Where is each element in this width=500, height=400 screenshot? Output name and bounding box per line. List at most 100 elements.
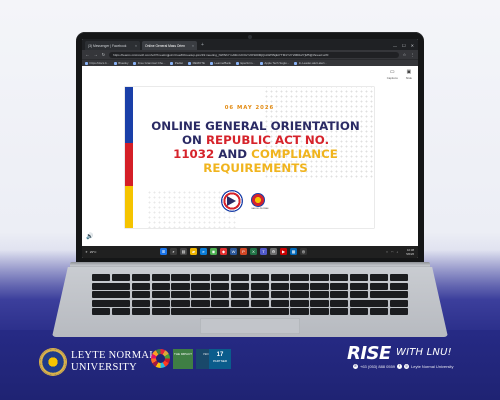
contact-line: ✆ +63 (053) 888 0559 f ◎ Leyte Normal Un… (353, 364, 454, 369)
tab-messenger[interactable]: (3) Messenger | Facebook × (85, 41, 140, 50)
bookmark-label: REMOTE (192, 61, 205, 65)
excel-icon[interactable]: X (250, 248, 257, 255)
bookmark-item[interactable]: Eperform... (236, 61, 255, 65)
bookmark-item[interactable]: In-Leader-alert-alert... (294, 61, 327, 65)
bookmark-label: https://docs.li... (89, 61, 109, 65)
bookmark-icon (133, 61, 137, 65)
clock-time: 10:38 (407, 247, 414, 252)
powerpoint-icon[interactable]: P (240, 248, 247, 255)
university-line1: LEYTE NORMAL (71, 350, 156, 361)
bookmark-label: In-Leader-alert-alert... (298, 61, 327, 65)
taskbar-apps: ⊞ ⌕ ▤ ▰ e ◉ ◆ W P X T ⚙ ▶ ▦ ◎ (160, 248, 307, 255)
clock[interactable]: 10:38 5/6/26 (406, 248, 414, 256)
laptop-lid: (3) Messenger | Facebook × Online Genera… (76, 32, 424, 264)
university-line2: UNIVERSITY (71, 362, 137, 373)
window-controls: — ☐ ✕ (393, 41, 418, 50)
app-icon[interactable]: ◎ (300, 248, 307, 255)
speaker-icon[interactable]: 🔊 (86, 233, 93, 240)
bookmarks-bar: https://docs.li... Bluesky Free Grammar … (82, 59, 418, 66)
bookmark-label: LearnerBank (214, 61, 232, 65)
maximize-icon[interactable]: ☐ (402, 41, 406, 50)
app-icon[interactable]: ▶ (280, 248, 287, 255)
bookmark-item[interactable]: LearnerBank (209, 61, 232, 65)
bookmark-icon (85, 61, 88, 65)
slide: 06 MAY 2026 ONLINE GENERAL ORIENTATION O… (125, 87, 374, 228)
close-window-icon[interactable]: ✕ (411, 41, 414, 50)
store-icon[interactable]: ▦ (290, 248, 297, 255)
tab-label: Online General Mass Orien (145, 43, 185, 48)
weather-widget[interactable]: ☀ 29°C (85, 250, 115, 254)
tab-orientation[interactable]: Online General Mass Orien × (142, 41, 197, 50)
bookmark-icon (259, 61, 263, 65)
with-lnu-text: WITH LNU! (396, 347, 452, 358)
bookmark-item[interactable]: Apple Tech Sugto... (259, 61, 289, 65)
title-word: AND (214, 147, 252, 161)
impact-badge: THE IMPACT (173, 349, 193, 369)
menu-icon[interactable]: ⋮ (410, 52, 415, 57)
captions-button[interactable]: ▭ Captions (387, 69, 398, 80)
bookmark-item[interactable]: REMOTE (188, 61, 205, 65)
file-explorer-icon[interactable]: ▰ (190, 248, 197, 255)
back-icon[interactable]: ← (85, 52, 90, 57)
weather-icon: ☀ (85, 250, 88, 254)
bookmark-label: Eperform... (240, 61, 255, 65)
slide-date: 06 MAY 2026 (224, 105, 275, 111)
trackpad (200, 318, 300, 334)
bookmark-item[interactable]: Padlet (170, 61, 183, 65)
address-bar-row: ← → ↻ https://teams.microsoft.com/v2/?me… (82, 50, 418, 59)
lnu-seal-logo (40, 349, 66, 375)
volume-icon[interactable]: ♪ (397, 250, 399, 254)
presentation-viewer: ▭ Captions ▣ Slide 06 MAY 2026 ONLINE GE… (82, 66, 418, 246)
teams-icon[interactable]: T (260, 248, 267, 255)
agency-logo (221, 190, 243, 212)
minimize-icon[interactable]: — (393, 41, 397, 50)
bookmark-icon (236, 61, 240, 65)
slide-icon: ▣ (406, 69, 412, 75)
taskbar: ☀ 29°C ⊞ ⌕ ▤ ▰ e ◉ ◆ W P X T ⚙ ▶ ▦ ◎ ˄ ◠… (82, 246, 418, 258)
phone-number: +63 (053) 888 0559 (360, 364, 396, 369)
bookmark-item[interactable]: Bluesky (113, 61, 129, 65)
slide-label: Slide (405, 76, 412, 80)
title-line: 11032 AND COMPLIANCE (137, 147, 374, 161)
rise-logo-text: RISE (347, 343, 391, 364)
bagong-pilipinas-logo: BAGONG PILIPINAS (247, 190, 271, 212)
star-icon[interactable]: ☆ (402, 52, 407, 57)
chevron-up-icon[interactable]: ˄ (386, 250, 388, 254)
slide-button[interactable]: ▣ Slide (406, 69, 412, 80)
slide-title: ONLINE GENERAL ORIENTATION ON REPUBLIC A… (137, 119, 374, 175)
bookmark-icon (294, 61, 298, 65)
bookmark-label: Bluesky (118, 61, 129, 65)
title-word: COMPLIANCE (251, 147, 338, 161)
chrome-icon[interactable]: ◉ (210, 248, 217, 255)
close-icon[interactable]: × (135, 44, 137, 48)
task-view-icon[interactable]: ▤ (180, 248, 187, 255)
wifi-icon[interactable]: ◠ (391, 250, 394, 254)
close-icon[interactable]: × (192, 44, 194, 48)
new-tab-icon[interactable]: + (199, 41, 206, 50)
instagram-icon[interactable]: ◎ (404, 364, 410, 369)
tab-label: (3) Messenger | Facebook (88, 43, 127, 48)
social-handle: Leyte Normal University (411, 364, 454, 369)
edge-icon[interactable]: e (200, 248, 207, 255)
bookmark-icon (188, 61, 192, 65)
captions-icon: ▭ (389, 69, 395, 75)
forward-icon[interactable]: → (93, 52, 98, 57)
slide-logos: BAGONG PILIPINAS (221, 190, 271, 212)
word-icon[interactable]: W (230, 248, 237, 255)
sdg-wheel-logo (151, 349, 170, 368)
bookmark-label: Padlet (174, 61, 184, 65)
bookmark-item[interactable]: Free Grammar Che... (133, 61, 165, 65)
reload-icon[interactable]: ↻ (101, 52, 106, 57)
title-word: REPUBLIC ACT NO. (205, 133, 330, 147)
search-icon[interactable]: ⌕ (170, 248, 177, 255)
phone-icon: ✆ (353, 364, 358, 369)
settings-icon[interactable]: ⚙ (270, 248, 277, 255)
facebook-icon[interactable]: f (397, 364, 403, 369)
sdg17-badge: 17 PARTNER (209, 349, 231, 369)
title-word: 11032 (173, 147, 215, 161)
windows-start-icon[interactable]: ⊞ (160, 248, 167, 255)
bookmark-item[interactable]: https://docs.li... (85, 61, 109, 65)
app-icon[interactable]: ◆ (220, 248, 227, 255)
laptop-screen: (3) Messenger | Facebook × Online Genera… (82, 39, 418, 258)
url-field[interactable]: https://teams.microsoft.com/v2/?meetingj… (109, 51, 399, 58)
